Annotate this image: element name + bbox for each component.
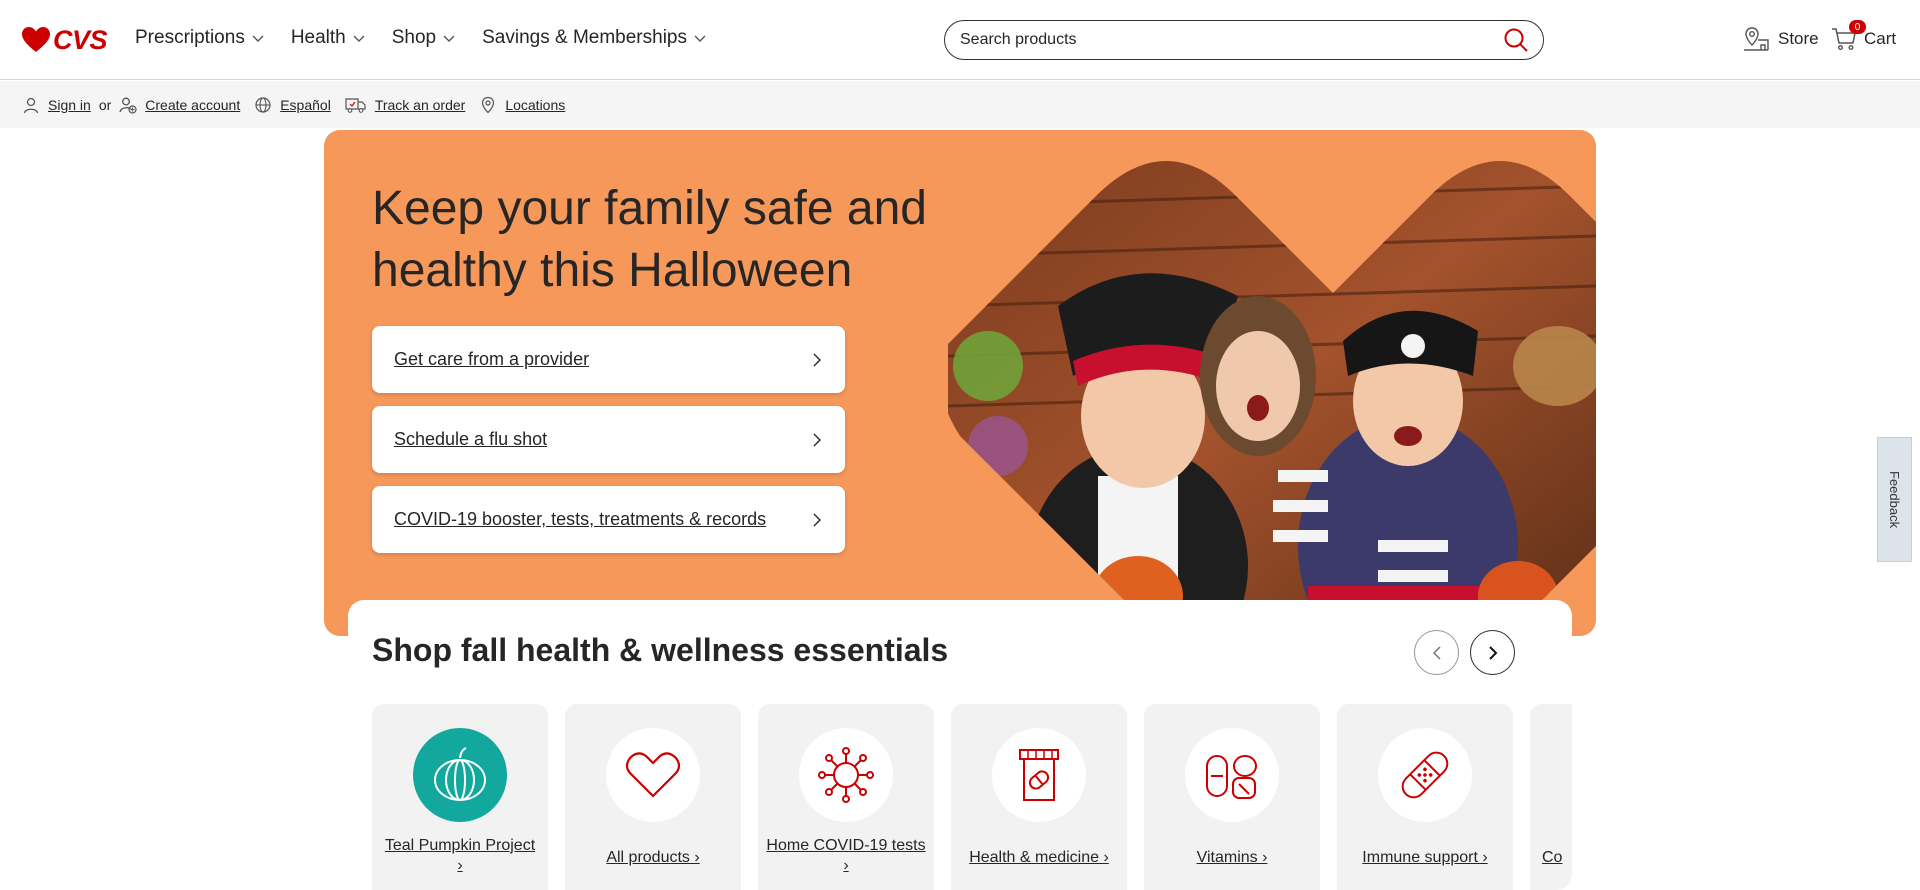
cart-link[interactable]: 0 Cart xyxy=(1830,20,1897,53)
sign-in-link[interactable]: Sign in xyxy=(48,97,91,113)
main-nav: Prescriptions Health Shop Savings & Memb… xyxy=(135,27,733,49)
medicine-bottle-icon xyxy=(1019,749,1059,801)
tile-label: Immune support › xyxy=(1362,849,1488,866)
chevron-down-icon xyxy=(694,35,706,42)
cart-label: Cart xyxy=(1864,29,1897,48)
tile-label: Home COVID-19 tests › xyxy=(766,837,926,874)
chevron-down-icon xyxy=(353,35,365,42)
section-title: Shop fall health & wellness essentials xyxy=(372,632,949,668)
covid-booster-button[interactable]: COVID-19 booster, tests, treatments & re… xyxy=(372,486,845,553)
nav-prescriptions[interactable]: Prescriptions xyxy=(135,27,265,49)
nav-label: Health xyxy=(290,27,346,48)
tile-label: Vitamins › xyxy=(1196,849,1268,866)
care-provider-button[interactable]: Get care from a provider xyxy=(372,326,845,393)
tile-label: Teal Pumpkin Project › xyxy=(384,837,536,874)
nav-label: Shop xyxy=(391,27,437,48)
chevron-right-icon xyxy=(1488,645,1497,660)
nav-health[interactable]: Health xyxy=(291,27,366,49)
chevron-right-icon xyxy=(813,512,822,527)
tile-immune-support[interactable]: Immune support › xyxy=(1337,704,1513,890)
add-user-icon xyxy=(119,97,137,114)
tile-teal-pumpkin[interactable]: Teal Pumpkin Project › xyxy=(372,704,548,890)
or-text: or xyxy=(98,96,112,113)
chevron-right-icon xyxy=(813,432,822,447)
create-account-link[interactable]: Create account xyxy=(145,97,240,113)
carousel-next-button[interactable] xyxy=(1470,630,1515,675)
cart-count-badge: 0 xyxy=(1849,20,1866,34)
icon-circle xyxy=(1378,728,1472,822)
tile-label: All products › xyxy=(606,849,700,866)
tile-home-covid-tests[interactable]: Home COVID-19 tests › xyxy=(758,704,934,890)
icon-circle xyxy=(606,728,700,822)
heart-icon xyxy=(625,752,681,798)
button-label: COVID-19 booster, tests, treatments & re… xyxy=(394,509,767,529)
tile-health-medicine[interactable]: Health & medicine › xyxy=(951,704,1127,890)
pumpkin-icon xyxy=(434,747,486,801)
globe-icon xyxy=(255,96,271,113)
cvs-heart-icon xyxy=(22,27,50,52)
icon-circle xyxy=(799,728,893,822)
tile-vitamins[interactable]: Vitamins › xyxy=(1144,704,1320,890)
carousel-prev-button[interactable] xyxy=(1414,630,1459,675)
cvs-logo-text: CVS xyxy=(53,24,108,55)
track-order-link[interactable]: Track an order xyxy=(375,97,466,113)
search-icon[interactable] xyxy=(1503,27,1529,53)
bandage-icon xyxy=(1401,751,1449,799)
hero-title: Keep your family safe and healthy this H… xyxy=(372,182,927,297)
nav-label: Savings & Memberships xyxy=(482,27,687,48)
button-label: Schedule a flu shot xyxy=(394,429,548,449)
pills-icon xyxy=(1206,755,1257,799)
delivery-truck-icon xyxy=(345,97,366,113)
search-bar xyxy=(944,20,1544,60)
tile-label: Health & medicine › xyxy=(969,849,1109,866)
top-header: CVS Prescriptions Health Shop Savings & … xyxy=(0,0,1920,80)
chevron-down-icon xyxy=(443,35,455,42)
virus-icon xyxy=(818,747,874,803)
store-label: Store xyxy=(1778,29,1819,48)
nav-label: Prescriptions xyxy=(135,27,245,48)
icon-circle xyxy=(1185,728,1279,822)
location-pin-icon xyxy=(482,96,495,113)
tile-all-products[interactable]: All products › xyxy=(565,704,741,890)
flu-shot-button[interactable]: Schedule a flu shot xyxy=(372,406,845,473)
locations-link[interactable]: Locations xyxy=(505,97,565,113)
chevron-left-icon xyxy=(1432,645,1441,660)
tile-label: Co xyxy=(1542,849,1563,866)
halloween-kids-photo xyxy=(948,161,1596,636)
store-link[interactable]: Store xyxy=(1742,25,1819,53)
store-locator-icon xyxy=(1744,27,1769,51)
tile-partial[interactable]: Co xyxy=(1530,704,1572,890)
account-bar: Sign in or Create account Español Track … xyxy=(0,81,1920,128)
button-label: Get care from a provider xyxy=(394,349,590,369)
nav-shop[interactable]: Shop xyxy=(392,27,456,49)
user-icon xyxy=(23,97,39,113)
hero-banner: Keep your family safe and healthy this H… xyxy=(324,130,1596,636)
icon-circle xyxy=(413,728,507,822)
chevron-right-icon xyxy=(813,352,822,367)
icon-circle xyxy=(992,728,1086,822)
category-tiles: Teal Pumpkin Project › All products › Ho… xyxy=(372,704,1572,890)
nav-savings-memberships[interactable]: Savings & Memberships xyxy=(482,27,707,49)
language-link[interactable]: Español xyxy=(280,97,331,113)
shop-essentials-carousel: Shop fall health & wellness essentials T… xyxy=(348,600,1572,890)
feedback-label: Feedback xyxy=(1887,470,1902,529)
chevron-down-icon xyxy=(252,35,264,42)
cvs-logo[interactable]: CVS xyxy=(22,24,108,55)
feedback-tab[interactable]: Feedback xyxy=(1877,437,1912,562)
search-input[interactable] xyxy=(960,31,1503,49)
